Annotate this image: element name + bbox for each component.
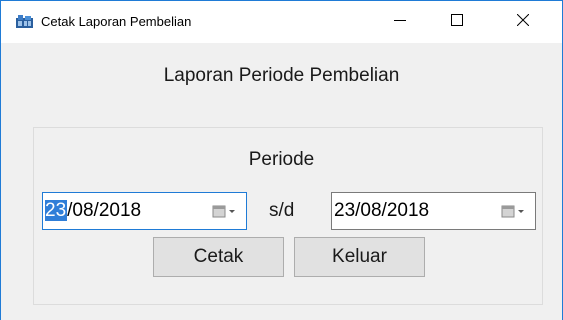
print-report-dialog: Cetak Laporan Pembelian Laporan Periode … — [0, 0, 563, 320]
print-button[interactable]: Cetak — [153, 237, 284, 277]
app-window-icon — [16, 15, 33, 28]
maximize-button[interactable] — [434, 1, 480, 43]
minimize-button[interactable] — [377, 1, 423, 43]
window-title: Cetak Laporan Pembelian — [41, 14, 192, 29]
calendar-dropdown-icon[interactable] — [212, 204, 238, 220]
title-bar[interactable]: Cetak Laporan Pembelian — [1, 1, 562, 43]
report-heading: Laporan Periode Pembelian — [163, 65, 400, 86]
start-date-day-segment[interactable]: 23 — [45, 200, 68, 221]
start-date-value[interactable]: 23/08/2018 — [45, 200, 142, 221]
close-icon — [516, 13, 530, 31]
end-date-value[interactable]: 23/08/2018 — [334, 201, 429, 221]
maximize-icon — [451, 13, 463, 31]
date-range-separator: s/d — [269, 200, 295, 221]
periode-label: Periode — [248, 149, 315, 170]
start-date-picker[interactable]: 23/08/2018 — [42, 192, 247, 230]
start-date-rest: /08/2018 — [67, 200, 142, 221]
minimize-icon — [394, 13, 406, 31]
close-button[interactable] — [500, 1, 546, 43]
calendar-dropdown-icon[interactable] — [501, 204, 527, 220]
exit-button[interactable]: Keluar — [294, 237, 425, 277]
end-date-picker[interactable]: 23/08/2018 — [331, 192, 536, 230]
